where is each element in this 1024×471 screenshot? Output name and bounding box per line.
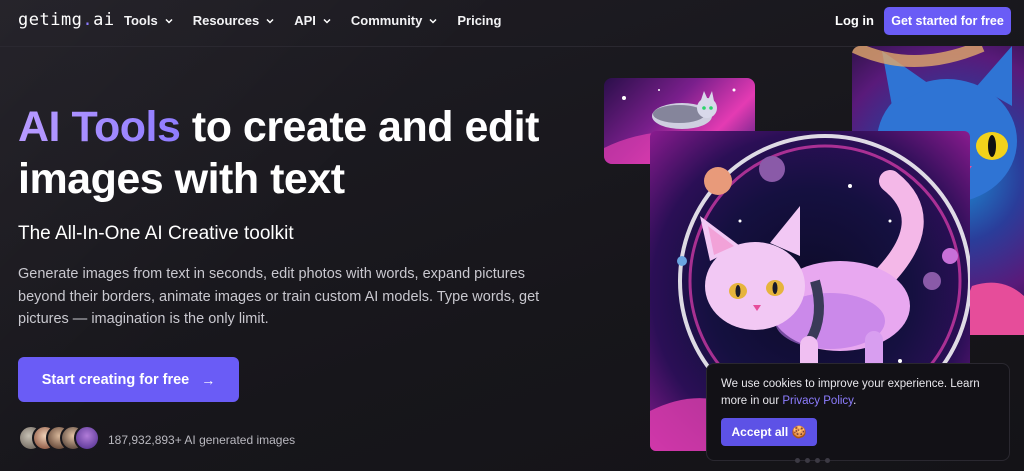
top-navbar: getimg.ai Tools Resources API Community … xyxy=(0,0,1024,47)
hero-description: Generate images from text in seconds, ed… xyxy=(18,266,540,327)
carousel-dots xyxy=(795,458,830,463)
nav-item-label: Tools xyxy=(124,13,158,28)
nav-item-label: API xyxy=(294,13,316,28)
carousel-dot[interactable] xyxy=(825,458,830,463)
nav-item-api[interactable]: API xyxy=(294,13,332,28)
chevron-down-icon xyxy=(165,18,173,24)
nav-item-tools[interactable]: Tools xyxy=(124,13,174,28)
carousel-dot[interactable] xyxy=(805,458,810,463)
hero-title-accent: AI Tools xyxy=(18,103,181,151)
nav-item-resources[interactable]: Resources xyxy=(193,13,275,28)
privacy-policy-link[interactable]: Privacy Policy xyxy=(782,395,853,407)
start-creating-label: Start creating for free xyxy=(41,371,190,388)
chevron-down-icon xyxy=(266,18,274,24)
nav-item-label: Pricing xyxy=(457,13,502,28)
avatar-stack xyxy=(18,425,102,453)
arrow-right-icon: → xyxy=(201,371,216,388)
cookie-text-end: . xyxy=(853,395,857,407)
carousel-dot[interactable] xyxy=(815,458,820,463)
cookie-banner: We use cookies to improve your experienc… xyxy=(706,363,1010,461)
accept-all-button[interactable]: Accept all 🍪 xyxy=(721,418,817,446)
login-link[interactable]: Log in xyxy=(835,13,874,28)
nav-item-pricing[interactable]: Pricing xyxy=(457,13,501,28)
hero-subtitle: The All-In-One AI Creative toolkit xyxy=(18,223,294,244)
avatar xyxy=(74,425,100,451)
nav-item-label: Community xyxy=(350,13,423,28)
logo-suffix: ai xyxy=(93,10,115,30)
hero-title: AI Tools to create and edit images with … xyxy=(18,101,618,205)
chevron-down-icon xyxy=(323,18,331,24)
generated-images-count: 187,932,893+ AI generated images xyxy=(108,433,296,447)
carousel-dot[interactable] xyxy=(795,458,800,463)
main-menu: Tools Resources API Community Pricing xyxy=(124,13,520,28)
start-creating-button[interactable]: Start creating for free → xyxy=(18,357,239,402)
logo-text: getimg xyxy=(18,10,83,30)
nav-item-community[interactable]: Community xyxy=(351,13,439,28)
cookie-message: We use cookies to improve your experienc… xyxy=(721,376,996,410)
nav-item-label: Resources xyxy=(192,13,260,28)
logo[interactable]: getimg.ai xyxy=(18,10,115,30)
get-started-button[interactable]: Get started for free xyxy=(884,7,1011,35)
logo-dot: . xyxy=(82,10,94,30)
chevron-down-icon xyxy=(429,18,437,24)
